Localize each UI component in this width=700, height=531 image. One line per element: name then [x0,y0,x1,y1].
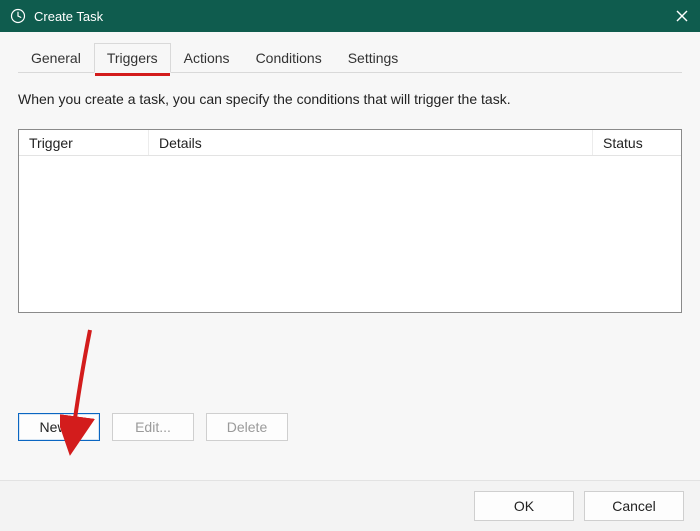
window-title: Create Task [34,9,103,24]
annotation-underline [95,73,170,76]
new-button[interactable]: New... [18,413,100,441]
column-header-details[interactable]: Details [149,130,593,155]
triggers-list[interactable]: Trigger Details Status [18,129,682,313]
tab-label: Triggers [107,50,158,66]
tab-label: Actions [184,50,230,66]
tab-strip: General Triggers Actions Conditions Sett… [18,42,682,73]
tab-label: General [31,50,81,66]
column-header-trigger[interactable]: Trigger [19,130,149,155]
tab-triggers[interactable]: Triggers [94,43,171,73]
tab-label: Conditions [256,50,322,66]
cancel-button[interactable]: Cancel [584,491,684,521]
tab-settings[interactable]: Settings [335,43,412,73]
tab-actions[interactable]: Actions [171,43,243,73]
column-label: Details [159,135,202,151]
column-label: Status [603,135,643,151]
titlebar: Create Task [0,0,700,32]
ok-button[interactable]: OK [474,491,574,521]
delete-button[interactable]: Delete [206,413,288,441]
tab-general[interactable]: General [18,43,94,73]
tab-description: When you create a task, you can specify … [18,91,682,107]
edit-button[interactable]: Edit... [112,413,194,441]
list-header: Trigger Details Status [19,130,681,156]
column-header-status[interactable]: Status [593,130,681,155]
tab-conditions[interactable]: Conditions [243,43,335,73]
action-button-row: New... Edit... Delete [18,413,682,441]
clock-icon [10,8,26,24]
close-button[interactable] [664,0,700,32]
tab-label: Settings [348,50,399,66]
column-label: Trigger [29,135,73,151]
dialog-footer: OK Cancel [0,480,700,531]
